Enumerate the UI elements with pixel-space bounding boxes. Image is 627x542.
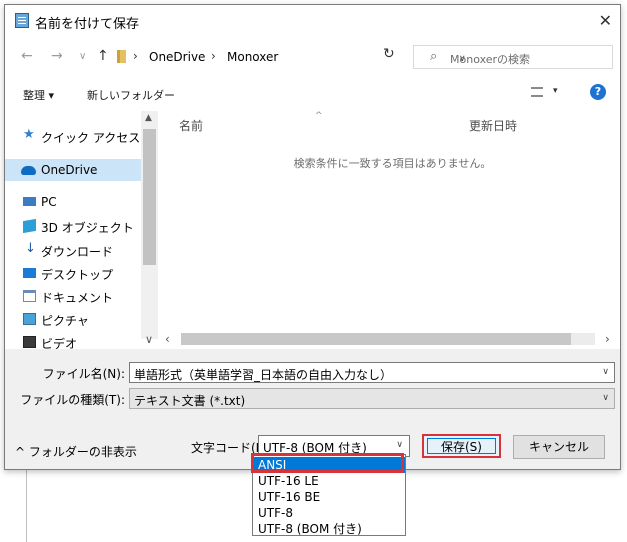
scroll-up-icon[interactable]: ▲ [145,113,152,123]
scroll-down-icon[interactable]: ∨ [145,333,153,346]
nav-item-label: デスクトップ [41,268,114,282]
view-options-icon[interactable] [531,87,543,97]
nav-item-label: ダウンロード [41,245,114,259]
new-folder-button[interactable]: 新しいフォルダー [87,87,175,103]
nav-item-label: PC [41,195,57,209]
filename-label: ファイル名(N): [42,367,125,381]
address-bar: ← → ∨ ↑ › OneDrive › Monoxer ∨ ↻ ⌕ Monox… [5,41,620,73]
horizontal-scrollbar[interactable]: ∨ ‹ › [5,331,620,347]
encoding-option-utf16le[interactable]: UTF-16 LE [253,473,405,489]
star-icon: ★ [23,127,35,142]
breadcrumb-separator[interactable]: › [211,49,216,63]
dialog-title: 名前を付けて保存 [35,17,140,32]
column-header-name[interactable]: 名前 [179,117,203,134]
organize-button[interactable]: 整理 ▾ [23,87,54,103]
chevron-down-icon[interactable]: ∨ [602,367,609,377]
navigation-pane: ★ クイック アクセス OneDrive PC 3D オブジェクト ↓ ダウンロ… [5,111,160,351]
scroll-left-icon[interactable]: ‹ [165,332,170,346]
cube-icon [23,218,36,234]
title-bar: 名前を付けて保存 ✕ [5,5,620,37]
filename-value: 単語形式（英単語学習_日本語の自由入力なし） [134,368,393,382]
file-list[interactable]: ^ 名前 更新日時 検索条件に一致する項目はありません。 [165,111,620,337]
nav-item-3d-objects[interactable]: 3D オブジェクト [5,215,142,237]
picture-icon [23,313,36,325]
scroll-right-icon[interactable]: › [605,332,610,346]
sort-indicator-icon: ^ [315,111,323,121]
nav-item-label: 3D オブジェクト [41,221,134,235]
filename-input[interactable]: 単語形式（英単語学習_日本語の自由入力なし） ∨ [129,362,615,383]
breadcrumb-separator[interactable]: › [133,49,138,63]
nav-scrollbar[interactable]: ▲ [141,111,158,339]
annotation-highlight-box [251,453,404,473]
save-form: ファイル名(N): 単語形式（英単語学習_日本語の自由入力なし） ∨ ファイルの… [5,349,620,469]
breadcrumb-onedrive[interactable]: OneDrive [149,50,205,64]
filetype-value: テキスト文書 (*.txt) [134,394,246,408]
chevron-down-icon[interactable]: ∨ [602,393,609,403]
download-icon: ↓ [25,241,36,256]
nav-item-onedrive[interactable]: OneDrive [5,159,142,181]
breadcrumb-monoxer[interactable]: Monoxer [227,50,278,64]
up-arrow-icon[interactable]: ↑ [97,48,109,64]
desktop-icon [23,268,36,278]
nav-item-quick-access[interactable]: ★ クイック アクセス [5,125,142,147]
folder-icon [117,50,126,63]
nav-scroll-thumb[interactable] [143,129,156,265]
hide-folders-button[interactable]: ^ フォルダーの非表示 [15,443,137,460]
nav-item-pictures[interactable]: ピクチャ [5,308,142,330]
help-icon[interactable]: ? [590,84,606,100]
save-button-label: 保存(S) [427,438,496,454]
column-header-date[interactable]: 更新日時 [469,117,517,134]
save-button[interactable]: 保存(S) [422,434,501,458]
nav-item-label: ドキュメント [41,291,114,305]
close-button[interactable]: ✕ [599,11,612,30]
address-box[interactable]: › OneDrive › Monoxer ∨ [113,45,466,69]
cloud-icon [21,166,36,175]
save-as-dialog: 名前を付けて保存 ✕ ← → ∨ ↑ › OneDrive › Monoxer … [4,4,621,470]
nav-item-label: クイック アクセス [41,131,141,145]
nav-item-downloads[interactable]: ↓ ダウンロード [5,239,142,261]
computer-icon [23,197,36,206]
encoding-option-utf8-bom[interactable]: UTF-8 (BOM 付き) [253,521,405,537]
encoding-option-utf16be[interactable]: UTF-16 BE [253,489,405,505]
scroll-thumb[interactable] [181,333,571,345]
filetype-select[interactable]: テキスト文書 (*.txt) ∨ [129,388,615,409]
nav-item-label: OneDrive [41,163,98,177]
refresh-icon[interactable]: ↻ [383,46,395,62]
filetype-label: ファイルの種類(T): [20,393,125,407]
search-input[interactable]: ⌕ Monoxerの検索 [413,45,613,69]
nav-item-pc[interactable]: PC [5,191,142,213]
view-dropdown-icon[interactable]: ▾ [553,86,558,96]
cancel-button[interactable]: キャンセル [513,435,605,459]
encoding-option-utf8[interactable]: UTF-8 [253,505,405,521]
nav-item-documents[interactable]: ドキュメント [5,285,142,307]
notepad-icon [15,13,29,28]
search-icon: ⌕ [430,49,438,64]
nav-item-label: ピクチャ [41,314,89,328]
back-arrow-icon[interactable]: ← [21,48,33,64]
history-chevron-icon[interactable]: ∨ [79,51,86,62]
search-placeholder: Monoxerの検索 [450,53,531,66]
toolbar: 整理 ▾ 新しいフォルダー ▾ ? [5,77,620,109]
empty-message: 検索条件に一致する項目はありません。 [293,157,492,170]
nav-item-desktop[interactable]: デスクトップ [5,262,142,284]
chevron-down-icon[interactable]: ∨ [396,440,403,450]
forward-arrow-icon[interactable]: → [51,48,63,64]
document-icon [23,290,36,302]
